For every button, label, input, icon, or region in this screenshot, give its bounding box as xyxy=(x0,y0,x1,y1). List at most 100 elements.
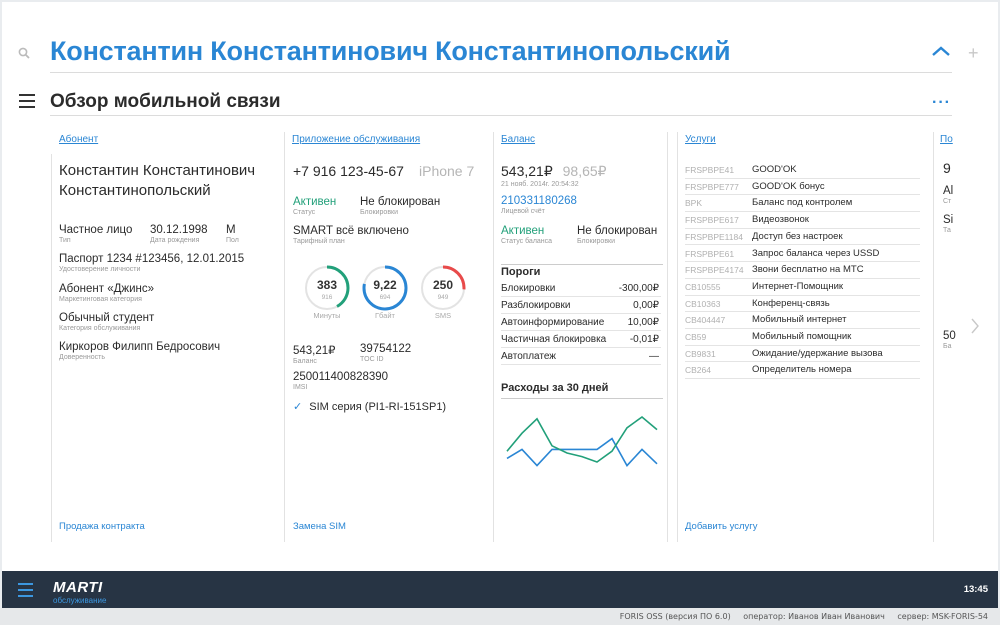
balance-main: 543,21₽ 98,65₽ xyxy=(501,163,607,180)
tab-services[interactable]: Услуги xyxy=(685,134,716,145)
column-divider xyxy=(677,132,678,542)
subscriber-sex: М xyxy=(226,224,236,236)
service-name: Конференц-связь xyxy=(752,297,830,309)
scroll-right-icon[interactable] xyxy=(970,317,980,340)
tariff-plan-label: Тарифный план xyxy=(293,238,345,245)
service-name: GOOD'OK бонус xyxy=(752,180,825,192)
tab-balance[interactable]: Баланс xyxy=(501,134,535,145)
status-bar: FORIS OSS (версия ПО 6.0) оператор: Иван… xyxy=(0,608,1000,625)
tab-subscriber[interactable]: Абонент xyxy=(59,134,98,145)
spend-title: Расходы за 30 дней xyxy=(501,382,609,394)
more-options-icon[interactable]: ··· xyxy=(932,94,951,112)
service-row[interactable]: CB59 Мобильный помощник xyxy=(685,329,920,346)
service-row[interactable]: CB9831 Ожидание/удержание вызова xyxy=(685,346,920,363)
search-icon[interactable] xyxy=(18,47,30,62)
threshold-label: Автоплатеж xyxy=(501,351,556,362)
operator-name: оператор: Иванов Иван Иванович xyxy=(743,612,885,621)
app-block-label: Блокировки xyxy=(360,209,399,216)
proxy-person-label: Доверенность xyxy=(59,354,106,361)
subscriber-document-label: Удостоверение личности xyxy=(59,266,141,273)
gauge-value: 250 xyxy=(432,278,454,292)
extra-value-1: 9 xyxy=(943,160,951,176)
service-row[interactable]: CB404447 Мобильный интернет xyxy=(685,312,920,329)
threshold-value: — xyxy=(649,351,659,362)
service-name: Определитель номера xyxy=(752,364,852,376)
brand-logo: MARTI xyxy=(53,579,103,596)
column-divider xyxy=(667,132,668,542)
extra-value-4: 50 xyxy=(943,330,956,342)
service-row[interactable]: FRSPBPE4174 Звони бесплатно на МТС xyxy=(685,262,920,279)
subscriber-name-line1: Константин Константинович xyxy=(59,162,256,179)
phone-number-value: +7 916 123-45-67 xyxy=(293,163,404,179)
tab-extra[interactable]: По xyxy=(940,134,953,145)
extra-caption-2: Ст xyxy=(943,198,952,205)
product-version: FORIS OSS (версия ПО 6.0) xyxy=(619,612,731,621)
add-service-link[interactable]: Добавить услугу xyxy=(685,521,758,532)
subscriber-dob: 30.12.1998 xyxy=(150,224,208,236)
app-window: Константин Константинович Константинопол… xyxy=(2,2,998,608)
threshold-row: Автоплатеж — xyxy=(501,349,661,365)
threshold-row: Блокировки -300,00₽ xyxy=(501,281,661,297)
service-row[interactable]: FRSPBPE61 Запрос баланса через USSD xyxy=(685,246,920,263)
section-divider xyxy=(50,115,952,116)
gauge-caption: Минуты xyxy=(313,311,341,320)
gauge-limit: 949 xyxy=(437,294,449,301)
service-row[interactable]: FRSPBPE617 Видеозвонок xyxy=(685,212,920,229)
imsi-label: IMSI xyxy=(293,384,308,391)
gauge-value: 9,22 xyxy=(373,278,397,292)
brand-subtitle: обслуживание xyxy=(53,596,107,605)
service-name: Звони бесплатно на МТС xyxy=(752,264,864,276)
toc-id-label: TOC ID xyxy=(360,356,384,363)
subscriber-dob-label: Дата рождения xyxy=(150,237,200,244)
service-code: FRSPBPE61 xyxy=(685,248,735,259)
section-menu-icon[interactable] xyxy=(19,94,35,108)
service-row[interactable]: FRSPBPE777 GOOD'OK бонус xyxy=(685,179,920,196)
app-balance-label: Баланс xyxy=(293,358,317,365)
service-name: Доступ без настроек xyxy=(752,230,843,242)
service-code: CB10555 xyxy=(685,281,721,292)
sim-series-value: SIM серия (PI1-RI-151SP1) xyxy=(309,401,447,413)
service-row[interactable]: CB10555 Интернет-Помощник xyxy=(685,279,920,296)
thresholds-divider xyxy=(501,264,663,265)
sim-series[interactable]: ✓ SIM серия (PI1-RI-151SP1) xyxy=(293,400,446,413)
section-title: Обзор мобильной связи xyxy=(50,91,281,112)
account-number[interactable]: 210331180268 xyxy=(501,195,577,207)
gauge-caption: Гбайт xyxy=(375,311,395,320)
service-row[interactable]: FRSPBPE41 GOOD'OK xyxy=(685,162,920,179)
threshold-value: -300,00₽ xyxy=(618,283,659,294)
tab-service-app[interactable]: Приложение обслуживания xyxy=(292,134,420,145)
balance-main-value: 543,21₽ xyxy=(501,163,553,179)
balance-block-status: Не блокирован xyxy=(577,225,658,237)
balance-date: 21 нояб. 2014г. 20:54:32 xyxy=(501,181,579,188)
service-row[interactable]: FRSPBPE1184 Доступ без настроек xyxy=(685,229,920,246)
app-balance: 543,21₽ xyxy=(293,345,336,357)
usage-gauge: 383 916 xyxy=(303,264,351,312)
service-row[interactable]: CB10363 Конференц-связь xyxy=(685,296,920,313)
service-row[interactable]: BPK Баланс под контролем xyxy=(685,195,920,213)
gauge-limit: 916 xyxy=(321,294,333,301)
marketing-category: Абонент «Джинс» xyxy=(59,283,155,295)
proxy-person: Киркоров Филипп Бедросович xyxy=(59,341,221,353)
service-name: Ожидание/удержание вызова xyxy=(752,347,883,359)
service-code: FRSPBPE777 xyxy=(685,181,739,192)
threshold-value: 10,00₽ xyxy=(627,317,659,328)
service-row[interactable]: CB264 Определитель номера xyxy=(685,362,920,380)
extra-value-2: Al xyxy=(943,185,954,197)
threshold-value: -0,01₽ xyxy=(629,334,659,345)
service-code: FRSPBPE4174 xyxy=(685,265,744,276)
header-divider xyxy=(50,72,952,73)
extra-caption-3: Та xyxy=(943,227,951,234)
usage-gauge: 9,22 694 xyxy=(361,264,409,312)
replace-sim-link[interactable]: Замена SIM xyxy=(293,521,346,532)
service-code: BPK xyxy=(685,198,703,209)
collapse-chevron-icon[interactable] xyxy=(930,44,952,62)
threshold-row: Разблокировки 0,00₽ xyxy=(501,298,661,314)
main-menu-icon[interactable] xyxy=(18,583,33,601)
check-icon: ✓ xyxy=(293,401,303,413)
sell-contract-link[interactable]: Продажа контракта xyxy=(59,521,145,532)
extra-caption-4: Ба xyxy=(943,343,952,350)
device-model: iPhone 7 xyxy=(419,163,475,179)
thresholds-title: Пороги xyxy=(501,266,541,278)
threshold-label: Частичная блокировка xyxy=(501,334,607,345)
add-icon[interactable]: + xyxy=(968,43,979,64)
